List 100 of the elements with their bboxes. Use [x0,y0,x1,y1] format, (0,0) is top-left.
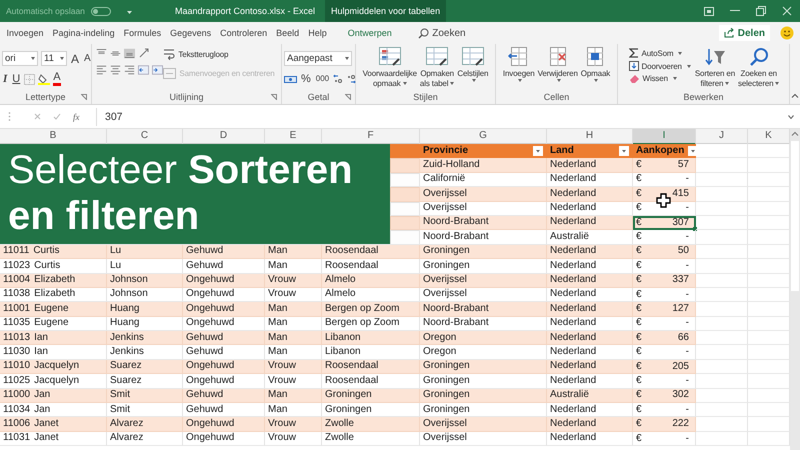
search-field[interactable]: Zoeken [418,28,492,38]
dialog-launcher-icon[interactable] [271,94,277,100]
table-cell-text: Curtis [34,258,60,273]
formula-input[interactable]: 307 [97,110,788,122]
column-header[interactable]: J [696,129,748,145]
font-color-button[interactable]: A [53,72,61,86]
thousands-button[interactable]: 000 [314,72,330,86]
minimize-icon[interactable] [730,10,740,12]
table-cell-text: Nederland [550,215,596,230]
ribbon-button[interactable]: Invoegen [502,47,536,82]
table-cell: Libanon [325,330,361,345]
table-cell-text: Nederland [550,359,596,374]
column-header[interactable]: I [633,129,696,145]
indent-icon[interactable] [138,65,150,75]
ribbon-button[interactable]: Doorvoeren [626,60,693,72]
wrap-text-button[interactable]: Tekstterugloop [161,47,277,61]
currency-symbol: € [636,362,642,372]
scrollbar-thumb[interactable] [791,141,799,291]
group-label: Uitlijning [169,92,204,102]
column-heading: Aankopen [636,144,684,158]
table-cell-text: Man [268,302,288,316]
shrink-font-button[interactable]: A [83,52,92,66]
group-label: Getal [308,92,330,102]
purchase-cell[interactable]: € 307 [633,216,696,230]
currency-symbol: € [636,246,642,256]
text-align-icon[interactable] [124,65,136,75]
table-cell-text: Jacquelyn [34,374,80,388]
font-name-field[interactable]: ori [2,51,38,66]
ribbon-button[interactable]: Voorwaardelijke opmaak [362,47,418,89]
number-format-field[interactable]: Aangepast [284,51,352,66]
percent-button[interactable]: % [300,72,312,86]
ribbon-tab[interactable]: Controleren [216,28,272,38]
italic-button[interactable]: I [2,72,8,86]
grow-font-button[interactable]: A [70,52,80,66]
ribbon-button[interactable]: Zoeken en selecteren [737,47,780,89]
increase-decimal-icon[interactable] [333,74,344,84]
restore-icon[interactable] [756,6,766,16]
table-cell-text: Overijssel [423,186,467,201]
column-heading: Land [550,144,574,158]
vertical-align-icon[interactable] [124,48,136,58]
dialog-launcher-icon[interactable] [81,94,87,100]
table-cell: Man [268,330,288,345]
ribbon-tab[interactable]: Ontwerpen [343,28,396,38]
autosave-toggle[interactable] [90,6,111,16]
collapse-ribbon-icon[interactable] [791,93,799,98]
table-cell: Almelo [325,273,356,288]
ribbon-tab[interactable]: Help [304,28,332,38]
fill-color-icon[interactable] [38,73,50,85]
currency-icon[interactable] [284,74,297,84]
table-cell-text: Groningen [423,388,470,402]
ribbon-tab[interactable]: Beeld [272,28,304,38]
ribbon-tab[interactable]: Formules [119,28,166,38]
cancel-icon[interactable] [34,113,41,120]
ribbon-button[interactable]: Wissen [626,73,679,84]
borders-icon[interactable] [24,74,36,84]
table-cell-text: Vrouw [268,287,296,302]
table-cell-text: Nederland [550,244,596,258]
table-cell-text: Alvarez [110,416,144,431]
ribbon-display-icon[interactable] [704,6,714,16]
purchase-cell[interactable]: € - [633,432,696,446]
ribbon-tab[interactable]: Gegevens [166,28,216,38]
table-cell-text: Jenkins [110,344,144,359]
font-size-field[interactable]: 11 [41,51,67,66]
filter-dropdown-icon[interactable] [688,146,698,156]
ribbon-button[interactable]: Verwijderen [536,47,579,82]
ribbon-button[interactable]: Celstijlen [456,47,490,82]
decrease-decimal-icon[interactable] [346,74,356,84]
ribbon-button[interactable]: AutoSom [626,47,684,59]
filter-dropdown-icon[interactable] [533,146,543,156]
share-button[interactable]: Delen [718,25,770,41]
text-align-icon[interactable] [110,65,122,75]
table-cell-text: Groningen [423,244,470,258]
table-cell-text: Nederland [550,416,596,431]
table-cell-text: Nederland [550,186,596,201]
table-cell: - [686,434,689,444]
currency-symbol: € [636,232,642,242]
table-cell: Oregon [423,330,456,345]
table-cell-text: Gehuwd [186,244,224,258]
table-cell: - [686,260,689,271]
ribbon-tab[interactable]: Pagina-indeling [48,28,120,38]
smiley-icon[interactable] [780,26,794,40]
underline-button[interactable]: U [11,72,22,86]
dialog-launcher-icon[interactable] [345,94,351,100]
enter-icon[interactable] [53,113,61,120]
ribbon-button[interactable]: Opmaak [580,47,612,82]
expand-icon[interactable] [788,114,794,118]
table-cell: - [686,347,689,358]
table-cell-text: Roosendaal [325,258,378,273]
ribbon-button[interactable]: Sorteren en filteren [694,47,736,89]
indent-icon[interactable] [152,65,164,75]
close-icon[interactable] [782,6,792,16]
ribbon-tab[interactable]: Invoegen [2,28,48,38]
orientation-icon[interactable] [138,47,150,59]
ribbon-button[interactable]: Opmaken als tabel [418,47,456,89]
text-align-icon[interactable] [96,65,108,75]
wrap-text-icon [163,48,176,60]
customize-icon[interactable] [126,8,132,14]
vertical-scrollbar[interactable] [790,129,800,450]
filter-dropdown-icon[interactable] [619,146,629,156]
insert-function-button[interactable]: fx [73,112,80,122]
